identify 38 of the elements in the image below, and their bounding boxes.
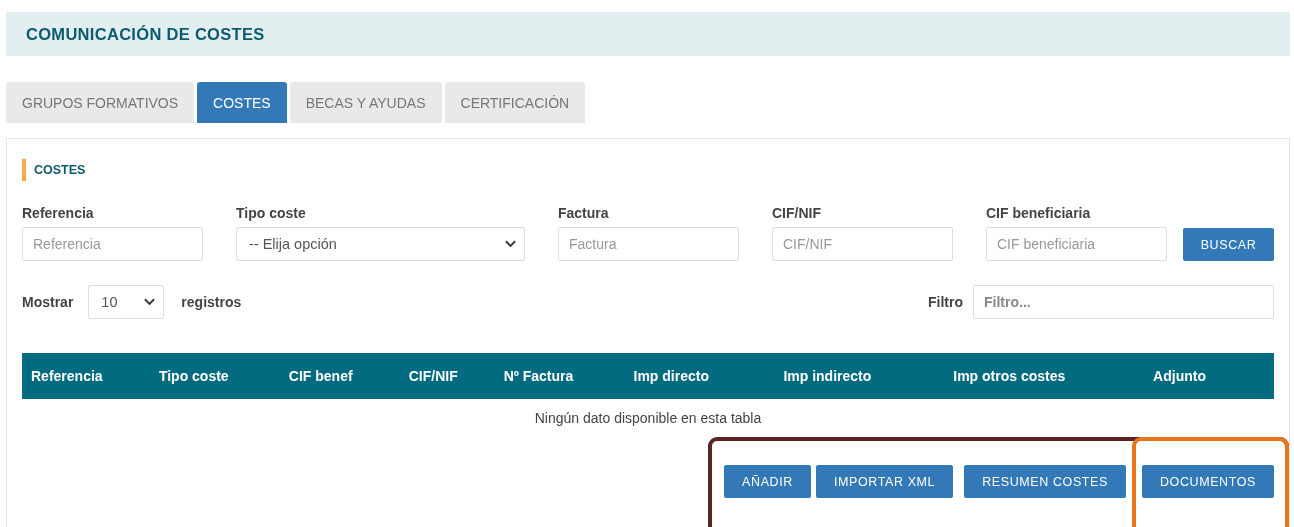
tab[interactable]: COSTES (197, 82, 287, 123)
input-field[interactable]: Referencia (22, 227, 203, 261)
field-label: CIF/NIF (772, 205, 822, 221)
column-header[interactable]: Tipo coste (149, 368, 280, 384)
records-label: registros (181, 294, 242, 310)
column-header[interactable]: Referencia (22, 368, 150, 384)
column-header[interactable]: Imp otros costes (944, 368, 1145, 384)
filter-label: Filtro (928, 294, 963, 310)
tab[interactable]: GRUPOS FORMATIVOS (6, 82, 195, 123)
tab[interactable]: CERTIFICACIÓN (444, 82, 586, 123)
input-field[interactable]: CIF beneficiaria (986, 227, 1167, 261)
action-button[interactable]: RESUMEN COSTES (964, 465, 1126, 498)
column-header[interactable]: Imp indirecto (774, 368, 945, 384)
column-header[interactable]: Adjunto (1144, 368, 1274, 384)
column-header[interactable]: Nº Factura (494, 368, 625, 384)
chevron-icon (505, 240, 516, 248)
action-button[interactable]: IMPORTAR XML (815, 465, 954, 498)
field-label: CIF beneficiaria (986, 205, 1092, 221)
tab[interactable]: BECAS Y AYUDAS (289, 82, 442, 123)
select-field[interactable]: -- Elija opción (236, 227, 525, 261)
column-header[interactable]: CIF/NIF (399, 368, 495, 384)
column-header[interactable]: Imp directo (624, 368, 775, 384)
show-label: Mostrar (22, 294, 74, 310)
empty-message: Ningún dato disponible en esta tabla (534, 410, 762, 426)
chevron-icon (144, 298, 156, 306)
search-button[interactable]: BUSCAR (1183, 228, 1274, 261)
input-field[interactable]: CIF/NIF (772, 227, 953, 261)
page-title: COMUNICACIÓN DE COSTES (26, 24, 265, 44)
action-button[interactable]: AÑADIR (724, 465, 811, 498)
action-button[interactable]: DOCUMENTOS (1141, 465, 1274, 498)
field-label: Tipo coste (236, 205, 307, 221)
input-field[interactable]: Factura (558, 227, 739, 261)
column-header[interactable]: CIF benef (279, 368, 400, 384)
field-label: Referencia (22, 205, 95, 221)
filter-field[interactable]: Filtro... (973, 285, 1274, 319)
field-label: Factura (558, 205, 610, 221)
section-title: COSTES (22, 159, 1274, 181)
entries-select[interactable]: 10 (88, 285, 165, 319)
